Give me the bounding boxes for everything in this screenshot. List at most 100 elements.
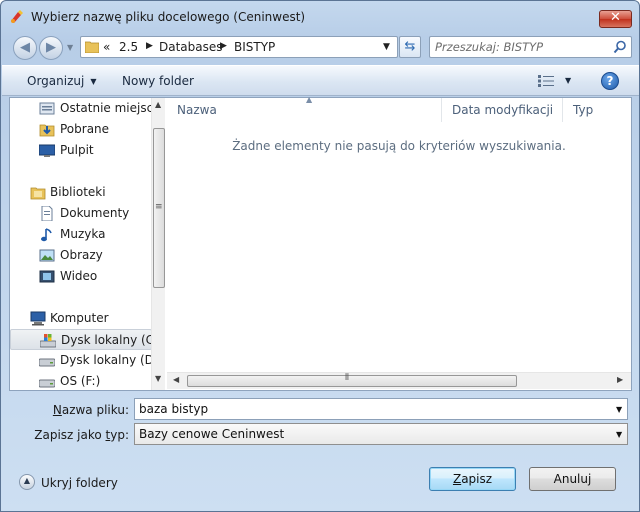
file-list-horizontal-scrollbar[interactable]: ◀ ⦀ ▶ <box>167 372 631 389</box>
address-bar[interactable]: « 2.5 ▶ Databases ▶ BISTYP ▼ <box>80 36 398 58</box>
forward-arrow-icon: ▶ <box>46 40 56 55</box>
recent-locations-dropdown[interactable]: ▼ <box>67 43 73 52</box>
navigation-pane-scrollbar[interactable]: ▲ ≡ ▼ <box>151 98 165 390</box>
sidebar-item-label: Wideo <box>60 269 98 283</box>
search-input[interactable] <box>435 39 610 55</box>
filename-combobox[interactable]: ▼ <box>134 398 628 420</box>
drive-c-icon <box>40 334 56 348</box>
empty-list-message: Żadne elementy nie pasują do kryteriów w… <box>232 139 566 153</box>
hide-folders-label: Ukryj foldery <box>41 476 118 490</box>
chevron-down-icon: ▼ <box>90 77 97 86</box>
refresh-button[interactable]: ⇆ <box>399 36 421 58</box>
app-icon <box>11 10 23 23</box>
sort-ascending-icon: ▲ <box>306 95 313 104</box>
documents-icon <box>41 206 53 221</box>
new-folder-button[interactable]: Nowy folder <box>122 74 194 88</box>
sidebar-item-drive-d[interactable]: Dysk lokalny (D:) <box>10 350 163 371</box>
scrollbar-thumb[interactable] <box>187 375 517 387</box>
file-list-pane: Nazwa ▲ Data modyfikacji Typ Żadne eleme… <box>167 95 631 390</box>
chevron-down-icon[interactable]: ▼ <box>616 405 622 414</box>
column-header-type[interactable]: Typ <box>563 98 631 122</box>
drive-d-icon <box>39 358 55 367</box>
scroll-down-icon[interactable]: ▼ <box>155 374 161 383</box>
sidebar-item-drive-f[interactable]: OS (F:) <box>10 371 152 390</box>
back-arrow-icon: ◀ <box>20 40 30 55</box>
save-button[interactable]: Zapisz <box>429 467 516 491</box>
column-header-label: Nazwa <box>177 103 217 117</box>
scroll-left-icon[interactable]: ◀ <box>173 375 179 384</box>
sidebar-item-label: OS (F:) <box>60 374 101 388</box>
browser-panes: Ostatnie miejsca Pobrane Pulpit Bibliote… <box>9 95 632 391</box>
change-view-icon[interactable] <box>538 75 554 87</box>
music-icon <box>41 228 52 242</box>
organize-label: Organizuj <box>27 74 85 88</box>
forward-button[interactable]: ▶ <box>39 36 63 60</box>
sidebar-item-libraries[interactable]: Biblioteki <box>10 182 152 203</box>
column-header-label: Typ <box>573 103 594 117</box>
close-icon: ✕ <box>610 10 621 25</box>
help-button[interactable]: ? <box>601 72 619 90</box>
sidebar-item-label: Komputer <box>50 311 109 325</box>
search-box[interactable] <box>429 36 632 58</box>
navigation-pane: Ostatnie miejsca Pobrane Pulpit Bibliote… <box>10 98 165 390</box>
drive-f-icon <box>39 379 55 388</box>
breadcrumb-separator-icon[interactable]: ▶ <box>220 41 227 51</box>
refresh-icon: ⇆ <box>404 39 416 54</box>
sidebar-item-documents[interactable]: Dokumenty <box>10 203 152 224</box>
breadcrumb-item-1[interactable]: 2.5 <box>119 40 138 54</box>
collapse-icon: ▲ <box>19 474 35 490</box>
organize-menu-button[interactable]: Organizuj ▼ <box>27 74 96 88</box>
sidebar-item-computer[interactable]: Komputer <box>10 308 152 329</box>
sidebar-item-music[interactable]: Muzyka <box>10 224 152 245</box>
cancel-button[interactable]: Anuluj <box>529 467 616 491</box>
folder-icon <box>85 41 99 53</box>
computer-icon <box>30 311 46 326</box>
sidebar-item-drive-c[interactable]: Dysk lokalny (C:) <box>10 329 163 350</box>
chevron-down-icon[interactable]: ▼ <box>616 430 622 439</box>
search-icon[interactable] <box>613 40 627 54</box>
filetype-select[interactable]: Bazy cenowe Ceninwest ▼ <box>134 423 628 445</box>
help-icon: ? <box>606 74 614 88</box>
sidebar-item-label: Dysk lokalny (C:) <box>61 333 163 347</box>
view-options-dropdown-icon[interactable]: ▼ <box>565 76 571 85</box>
sidebar-item-recent-places[interactable]: Ostatnie miejsca <box>10 98 161 119</box>
downloads-icon <box>39 124 55 137</box>
filename-label: Nazwa pliku: <box>52 403 129 417</box>
sidebar-item-video[interactable]: Wideo <box>10 266 152 287</box>
column-header-date-modified[interactable]: Data modyfikacji <box>442 98 563 122</box>
close-button[interactable]: ✕ <box>599 10 632 28</box>
filetype-label: Zapisz jako typ: <box>34 428 129 442</box>
column-header-label: Data modyfikacji <box>452 103 554 117</box>
libraries-icon <box>30 187 46 200</box>
sidebar-item-downloads[interactable]: Pobrane <box>10 119 152 140</box>
scrollbar-grip-icon: ⦀ <box>345 373 349 383</box>
pictures-icon <box>39 249 55 262</box>
sidebar-item-label: Pulpit <box>60 143 94 157</box>
breadcrumb-item-3[interactable]: BISTYP <box>234 40 275 54</box>
filename-input[interactable] <box>139 401 599 417</box>
sidebar-item-label: Muzyka <box>60 227 106 241</box>
breadcrumb-separator-icon[interactable]: ▶ <box>146 41 153 51</box>
sidebar-item-desktop[interactable]: Pulpit <box>10 140 152 161</box>
command-bar: Organizuj ▼ Nowy folder ▼ ? <box>2 65 639 96</box>
column-header-name[interactable]: Nazwa ▲ <box>167 95 442 122</box>
sidebar-item-label: Ostatnie miejsca <box>60 101 161 115</box>
sidebar-item-pictures[interactable]: Obrazy <box>10 245 152 266</box>
address-dropdown-icon[interactable]: ▼ <box>383 42 390 52</box>
scrollbar-grip-icon: ≡ <box>155 202 163 212</box>
back-button[interactable]: ◀ <box>13 36 37 60</box>
window-title: Wybierz nazwę pliku docelowego (Ceninwes… <box>31 10 306 24</box>
scroll-up-icon[interactable]: ▲ <box>155 100 161 109</box>
title-bar: Wybierz nazwę pliku docelowego (Ceninwes… <box>1 1 639 31</box>
sidebar-item-label: Dysk lokalny (D:) <box>60 353 163 367</box>
sidebar-item-label: Obrazy <box>60 248 103 262</box>
desktop-icon <box>39 144 55 157</box>
save-dialog-window: Wybierz nazwę pliku docelowego (Ceninwes… <box>0 0 640 512</box>
breadcrumb-item-2[interactable]: Databases <box>159 40 223 54</box>
sidebar-item-label: Dokumenty <box>60 206 130 220</box>
scroll-right-icon[interactable]: ▶ <box>617 375 623 384</box>
filetype-value: Bazy cenowe Ceninwest <box>139 427 285 441</box>
recent-places-icon <box>39 102 55 115</box>
sidebar-item-label: Biblioteki <box>50 185 106 199</box>
breadcrumb-overflow[interactable]: « <box>103 40 110 54</box>
